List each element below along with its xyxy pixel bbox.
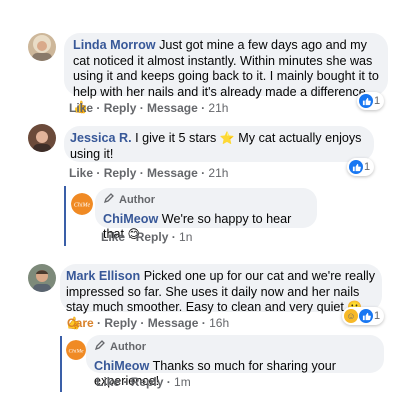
- timestamp[interactable]: 1m: [174, 375, 191, 389]
- avatar-linda[interactable]: [28, 33, 56, 61]
- reply-link[interactable]: Reply: [104, 101, 137, 115]
- author-label: Author: [110, 341, 147, 353]
- author-badge: Author: [94, 339, 376, 357]
- reply-actions: Like · Reply · 1n: [101, 230, 193, 244]
- timestamp[interactable]: 21h: [208, 166, 228, 180]
- like-link[interactable]: Like: [69, 166, 93, 180]
- replier-name[interactable]: ChiMeow: [94, 359, 149, 373]
- svg-text:ChiMe: ChiMe: [74, 203, 91, 209]
- timestamp[interactable]: 16h: [209, 316, 229, 330]
- comment-actions: Care · Reply · Message · 16h: [67, 316, 230, 330]
- thread-line: [60, 336, 62, 392]
- reply-link[interactable]: Reply: [131, 375, 164, 389]
- reaction-badge[interactable]: ☺ 1: [342, 307, 385, 325]
- author-badge: Author: [103, 192, 309, 210]
- message-link[interactable]: Message: [147, 166, 198, 180]
- svg-text:ChiMe: ChiMe: [69, 349, 85, 355]
- comment-bubble-mark: Mark Ellison Picked one up for our cat a…: [60, 264, 382, 330]
- replier-name[interactable]: ChiMeow: [103, 212, 158, 226]
- reply-bubble: Author ChiMeow Thanks so much for sharin…: [86, 335, 384, 388]
- reaction-count: 1: [374, 95, 381, 107]
- like-link[interactable]: Like: [69, 101, 93, 115]
- like-icon: [359, 94, 373, 108]
- like-link[interactable]: Like: [96, 375, 120, 389]
- comment-actions: Like · Reply · Message · 21h: [69, 101, 229, 115]
- star-emoji: ⭐: [219, 131, 235, 145]
- timestamp[interactable]: 1n: [179, 230, 192, 244]
- comment-bubble-linda: Linda Morrow Just got mine a few days ag…: [64, 33, 388, 114]
- thread-line: [64, 186, 66, 246]
- comment-actions: Like · Reply · Message · 21h: [69, 166, 229, 180]
- reaction-count: 1: [364, 161, 371, 173]
- avatar-jessica[interactable]: [28, 124, 56, 152]
- pencil-icon: [103, 192, 115, 210]
- comment-bubble-jessica: Jessica R. I give it 5 stars ⭐ My cat ac…: [64, 126, 374, 162]
- timestamp[interactable]: 21h: [208, 101, 228, 115]
- reaction-badge[interactable]: 1: [347, 158, 375, 176]
- message-link[interactable]: Message: [148, 316, 199, 330]
- comment-text-part1: I give it 5 stars: [135, 131, 217, 145]
- reply-bubble: Author ChiMeow We're so happy to hear th…: [95, 188, 317, 241]
- reaction-badge[interactable]: 1: [357, 92, 385, 110]
- reply-actions: Like · Reply · 1m: [96, 375, 191, 389]
- brand-logo[interactable]: ChiMe: [66, 340, 86, 360]
- brand-logo[interactable]: ChiMe: [71, 193, 93, 215]
- care-icon: ☺: [344, 309, 358, 323]
- commenter-name[interactable]: Mark Ellison: [66, 269, 140, 283]
- commenter-name[interactable]: Jessica R.: [70, 131, 132, 145]
- like-icon: [349, 160, 363, 174]
- author-label: Author: [119, 194, 156, 206]
- pencil-icon: [94, 339, 106, 357]
- reaction-count: 1: [374, 310, 381, 322]
- avatar-mark[interactable]: [28, 264, 56, 292]
- reply-link[interactable]: Reply: [104, 316, 137, 330]
- like-link[interactable]: Like: [101, 230, 125, 244]
- reply-link[interactable]: Reply: [104, 166, 137, 180]
- reply-link[interactable]: Reply: [136, 230, 169, 244]
- message-link[interactable]: Message: [147, 101, 198, 115]
- care-link[interactable]: Care: [67, 316, 94, 330]
- commenter-name[interactable]: Linda Morrow: [73, 38, 156, 52]
- like-icon: [359, 309, 373, 323]
